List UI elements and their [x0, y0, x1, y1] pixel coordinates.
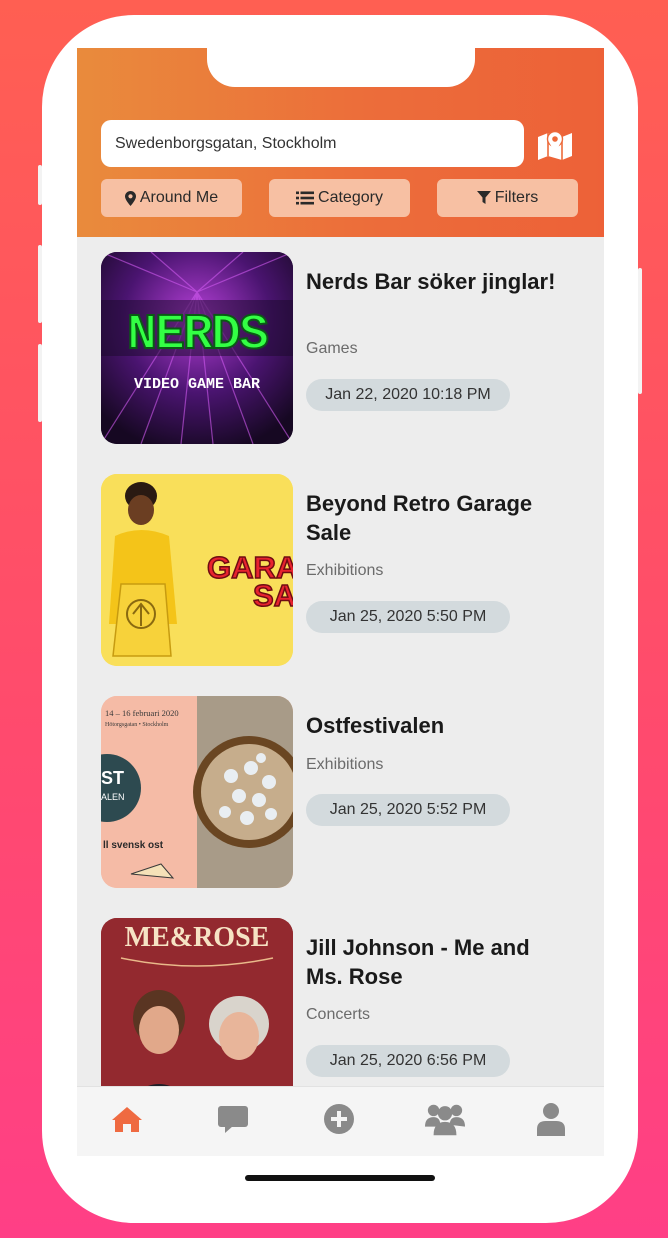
festival-venue-text: Hötorgsgatan • Stockholm	[105, 722, 169, 728]
event-title: Jill Johnson - Me and Ms. Rose	[306, 935, 530, 989]
category-label: Category	[318, 189, 383, 206]
event-list[interactable]: NERDS VIDEO GAME BAR Nerds Bar söker jin…	[77, 237, 604, 1086]
festival-badge-sub-text: ALEN	[101, 792, 125, 802]
around-me-button[interactable]: Around Me	[101, 179, 242, 217]
home-icon[interactable]	[107, 1099, 147, 1139]
festival-badge-text: ST	[101, 768, 124, 788]
event-card[interactable]: GARA SAL Beyond Retro Garage Sale Exhibi…	[101, 474, 581, 666]
event-date-badge: Jan 25, 2020 6:56 PM	[306, 1045, 510, 1077]
event-image: GARA SAL	[101, 474, 293, 666]
event-category: Exhibitions	[306, 562, 384, 579]
user-icon[interactable]	[531, 1099, 571, 1139]
nerds-logo-text: NERDS	[127, 307, 268, 364]
list-icon	[296, 191, 315, 205]
event-date-badge: Jan 25, 2020 5:52 PM	[306, 794, 510, 826]
side-button	[38, 245, 42, 323]
event-card[interactable]: ME&ROSE Jill Johnson - Me and Ms. Rose C…	[101, 918, 581, 1086]
event-category: Concerts	[306, 1006, 371, 1023]
me-rose-logo-text: ME&ROSE	[125, 922, 270, 953]
festival-tagline-text: ll svensk ost	[103, 840, 164, 851]
side-button	[38, 344, 42, 422]
event-image: ME&ROSE	[101, 918, 293, 1086]
funnel-icon	[476, 191, 491, 205]
filters-label: Filters	[494, 189, 539, 206]
group-icon[interactable]	[425, 1099, 465, 1139]
chat-icon[interactable]	[213, 1099, 253, 1139]
event-card[interactable]: NERDS VIDEO GAME BAR Nerds Bar söker jin…	[101, 252, 581, 444]
side-button	[638, 268, 642, 394]
category-button[interactable]: Category	[269, 179, 410, 217]
event-category: Games	[306, 340, 358, 357]
event-title: Nerds Bar söker jinglar!	[306, 269, 556, 294]
side-button	[38, 165, 42, 205]
tab-bar	[77, 1086, 604, 1156]
event-card[interactable]: 14 – 16 februari 2020 Hötorgsgatan • Sto…	[101, 696, 581, 888]
event-category: Exhibitions	[306, 756, 384, 773]
plus-circle-icon[interactable]	[319, 1099, 359, 1139]
location-search-input[interactable]	[101, 120, 524, 167]
map-icon[interactable]	[535, 124, 575, 164]
filters-button[interactable]: Filters	[437, 179, 578, 217]
home-indicator	[245, 1175, 435, 1181]
around-me-label: Around Me	[139, 189, 219, 206]
event-title: Beyond Retro Garage Sale	[306, 491, 533, 545]
app-screen: Around Me Category Filters	[77, 48, 604, 1156]
event-image: 14 – 16 februari 2020 Hötorgsgatan • Sto…	[101, 696, 293, 888]
phone-notch	[207, 15, 475, 87]
event-date-badge: Jan 22, 2020 10:18 PM	[306, 379, 510, 411]
sale-text: SAL	[253, 578, 293, 613]
nerds-subtitle-text: VIDEO GAME BAR	[134, 376, 260, 393]
event-image: NERDS VIDEO GAME BAR	[101, 252, 293, 444]
location-pin-icon	[124, 190, 136, 206]
festival-dates-text: 14 – 16 februari 2020	[105, 708, 179, 718]
event-title: Ostfestivalen	[306, 713, 445, 738]
event-date-badge: Jan 25, 2020 5:50 PM	[306, 601, 510, 633]
